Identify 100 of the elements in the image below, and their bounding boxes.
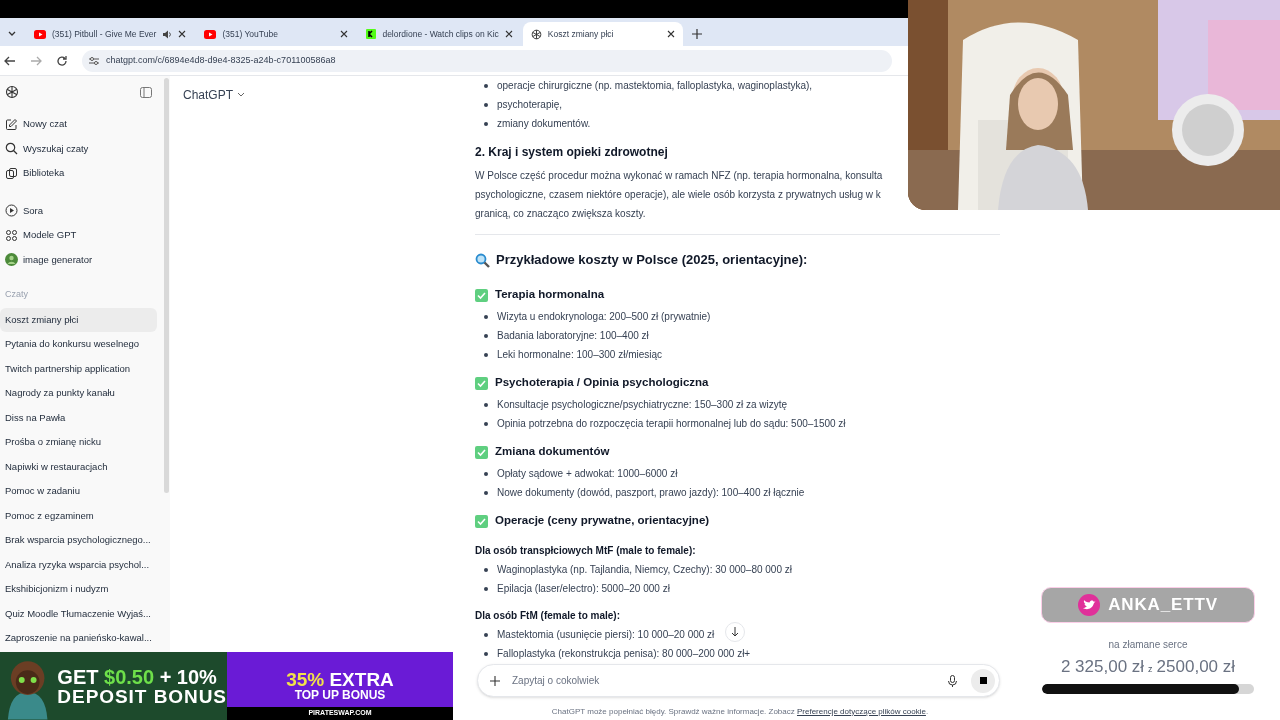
chat-item[interactable]: Ekshibicjonizm i nudyzm	[0, 577, 157, 602]
browser-tab[interactable]: (351) Pitbull - Give Me Ever	[26, 22, 195, 46]
nav-item[interactable]: Modele GPT	[0, 223, 171, 248]
list-item-text: zmiany dokumentów.	[497, 117, 591, 131]
stacked-images-icon	[5, 166, 18, 180]
goal-amount: 2500,00 zł	[1156, 656, 1236, 678]
bird-icon	[1078, 594, 1101, 616]
section-heading: 2. Kraj i system opieki zdrowotnej	[475, 143, 668, 161]
close-icon[interactable]	[340, 30, 349, 38]
subsection-heading: Operacje (ceny prywatne, orientacyjne)	[495, 513, 710, 529]
site-settings-icon	[88, 55, 100, 66]
paragraph-text: W Polsce część procedur można wykonać w ramach NFZ (np. terapia hormonalna, konsulta	[475, 169, 883, 183]
arrow-down-icon	[731, 627, 739, 637]
chat-item[interactable]: Zaproszenie na panieńsko-kawal...	[0, 626, 157, 651]
chat-item[interactable]: Nagrody za punkty kanału	[0, 381, 157, 406]
close-icon[interactable]	[178, 30, 187, 38]
goal-label: na złamane serce	[1108, 638, 1188, 652]
plus-icon[interactable]	[490, 675, 500, 686]
tab-title: (351) Pitbull - Give Me Ever	[52, 27, 157, 41]
list-item-text: Opinia potrzebna do rozpoczęcia terapii hormonalnej lub do sądu: 500–1500 zł	[497, 417, 846, 431]
nav-item[interactable]: image generator	[0, 247, 171, 272]
ad-subline: DEPOSIT BONUS	[57, 686, 227, 706]
magnifier-icon	[475, 252, 490, 268]
list-item-text: Falloplastyka (rekonstrukcja penisa): 80 000–200 000 zł+	[497, 647, 751, 661]
chevron-icon	[8, 31, 16, 37]
chevron-icon	[237, 92, 245, 98]
logo-icon	[530, 28, 542, 40]
ad-banner[interactable]: GET $0.50 + 10% DEPOSIT BONUS	[0, 652, 227, 720]
scroll-down-button[interactable]	[725, 622, 745, 642]
message-text-field[interactable]: Zapytaj o cokolwiek	[512, 673, 948, 688]
browser-tab[interactable]: Koszt zmiany płci	[522, 22, 683, 46]
ad-subline: TOP UP BONUS	[294, 689, 386, 701]
tab-title: (351) YouTube	[222, 27, 279, 41]
social-handle-badge: ANKA_ETTV	[1041, 587, 1255, 623]
back-icon[interactable]	[4, 54, 16, 67]
grid-icon	[5, 228, 18, 242]
list-item-text: operacje chirurgiczne (np. mastektomia, falloplastyka, waginoplastyka),	[497, 79, 813, 93]
list-item-text: psychoterapię,	[497, 98, 563, 112]
scrollbar[interactable]	[164, 78, 169, 493]
section-label: Czaty	[4, 288, 29, 301]
separator-text: z	[1148, 663, 1153, 676]
list-item-text: Nowe dokumenty (dowód, paszport, prawo jazdy): 100–400 zł łącznie	[497, 486, 805, 500]
reload-icon[interactable]	[56, 54, 68, 67]
list-item-text: Waginoplastyka (np. Tajlandia, Niemcy, Czechy): 30 000–80 000 zł	[497, 563, 792, 577]
sidebar-toggle-icon[interactable]	[139, 86, 152, 98]
raised-amount: 2 325,00 zł	[1060, 656, 1145, 678]
play-icon	[204, 29, 217, 39]
search-icon	[5, 142, 18, 156]
browser-tab[interactable]: delordione - Watch clips on Kic	[358, 22, 521, 46]
nav-item[interactable]: Biblioteka	[0, 161, 171, 186]
list-item-text: Epilacja (laser/electro): 5000–20 000 zł	[497, 582, 670, 596]
chat-item[interactable]: Quiz Moodle Tłumaczenie Wyjaś...	[0, 601, 157, 626]
nav-item[interactable]: Sora	[0, 198, 171, 223]
list-item-text: Konsultacje psychologiczne/psychiatryczne: 150–300 zł za wizytę	[497, 398, 788, 412]
chat-item[interactable]: Twitch partnership application	[0, 356, 157, 381]
chat-item[interactable]: Pytania do konkursu weselnego	[0, 332, 157, 357]
stop-button[interactable]	[971, 668, 995, 693]
play-icon	[34, 29, 46, 39]
message-input[interactable]: Zapytaj o cokolwiek	[477, 664, 1000, 697]
url-text: chatgpt.com/c/6894e4d8-d9e4-8325-a24b-c701100586a8	[106, 53, 336, 67]
group-label: Dla osób transpłciowych MtF (male to female):	[475, 544, 696, 558]
chat-item[interactable]: Analiza ryzyka wsparcia psychol...	[0, 552, 157, 577]
checkbox-icon	[475, 288, 488, 302]
chat-item[interactable]: Napiwki w restauracjach	[0, 454, 157, 479]
nav-item[interactable]: Nowy czat	[0, 112, 171, 137]
paragraph-text: psychologiczne, czasem niektóre operacje), ale wiele osób korzysta z prywatnych usług w k	[475, 188, 881, 202]
avatar-icon	[5, 253, 18, 267]
pencil-icon	[5, 117, 18, 131]
browser-tab[interactable]: (351) YouTube	[196, 22, 357, 46]
chat-item[interactable]: Pomoc w zadaniu	[0, 479, 157, 504]
list-item-text: Wizyta u endokrynologa: 200–500 zł (prywatnie)	[497, 310, 711, 324]
checkbox-icon	[475, 376, 488, 390]
close-icon[interactable]	[504, 30, 513, 38]
close-icon[interactable]	[666, 30, 675, 38]
ad-headline: GET $0.50 + 10%	[57, 666, 218, 687]
logo-icon[interactable]	[5, 85, 19, 99]
nav-item[interactable]: Wyszukaj czaty	[0, 136, 171, 161]
cookie-link[interactable]: Preferencje dotyczące plików cookie	[797, 707, 926, 716]
address-bar[interactable]: chatgpt.com/c/6894e4d8-d9e4-8325-a24b-c701100586a8	[82, 49, 892, 72]
square-logo-icon	[366, 29, 377, 39]
checkbox-icon	[475, 514, 488, 528]
subsection-heading: Terapia hormonalna	[495, 287, 605, 303]
model-selector[interactable]: ChatGPT	[183, 86, 245, 104]
list-item-text: Mastektomia (usunięcie piersi): 10 000–20 000 zł	[497, 628, 715, 642]
new-tab-icon[interactable]	[691, 29, 702, 39]
disclaimer-text: ChatGPT może popełniać błędy. Sprawdź ważne informacje. Zobacz Preferencje dotyczące plików cookie.	[551, 706, 929, 718]
chat-item[interactable]: Koszt zmiany płci	[0, 307, 157, 332]
ad-headline: 35% EXTRA	[286, 670, 394, 689]
list-item-text: Leki hormonalne: 100–300 zł/miesiąc	[497, 348, 663, 362]
group-label: Dla osób FtM (female to male):	[475, 609, 620, 623]
chat-item[interactable]: Brak wsparcia psychologicznego...	[0, 528, 157, 553]
chat-item[interactable]: Pomoc z egzaminem	[0, 503, 157, 528]
chat-item[interactable]: Prośba o zmianę nicku	[0, 430, 157, 455]
list-item-text: Badania laboratoryjne: 100–400 zł	[497, 329, 649, 343]
subsection-heading: Psychoterapia / Opinia psychologiczna	[495, 375, 709, 391]
tab-title: Koszt zmiany płci	[547, 27, 615, 41]
chat-item[interactable]: Diss na Pawła	[0, 405, 157, 430]
microphone-icon[interactable]	[948, 674, 957, 687]
list-item-text: Opłaty sądowe + adwokat: 1000–6000 zł	[497, 467, 678, 481]
subsection-heading: Zmiana dokumentów	[495, 444, 610, 460]
